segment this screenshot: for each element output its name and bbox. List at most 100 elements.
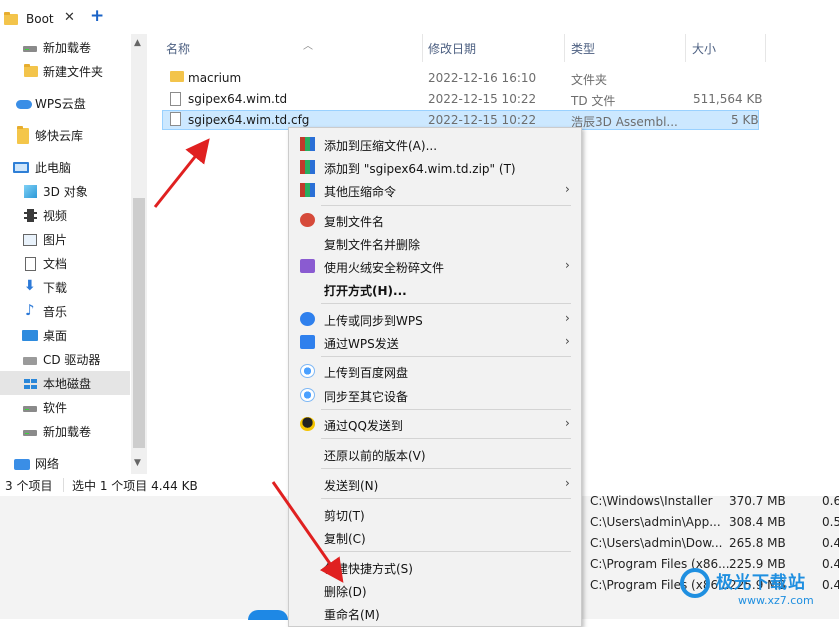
column-divider[interactable] bbox=[422, 34, 423, 62]
menu-item-create-shortcut[interactable]: 创建快捷方式(S) bbox=[291, 556, 581, 578]
file-row-macrium[interactable]: macrium 2022-12-16 16:10 文件夹 bbox=[162, 68, 759, 88]
menu-separator bbox=[321, 303, 571, 304]
scroll-thumb[interactable] bbox=[133, 198, 145, 448]
network-icon bbox=[14, 459, 30, 470]
file-size: 5 KB bbox=[731, 113, 759, 127]
column-divider[interactable] bbox=[765, 34, 766, 62]
baidu-netdisk-icon bbox=[300, 388, 315, 402]
nav-item-pictures[interactable]: 图片 bbox=[0, 227, 130, 251]
nav-item-local-disk[interactable]: 本地磁盘 bbox=[0, 371, 130, 395]
menu-separator bbox=[321, 498, 571, 499]
menu-item-upload-baidu[interactable]: 上传到百度网盘 bbox=[291, 360, 581, 382]
nav-item-label: 软件 bbox=[43, 401, 68, 415]
nav-item-label: 图片 bbox=[43, 233, 68, 247]
scroll-up-arrow-icon[interactable]: ▲ bbox=[134, 38, 141, 48]
nav-scrollbar[interactable]: ▲ ▼ bbox=[131, 34, 147, 474]
menu-item-other-compress[interactable]: 其他压缩命令 › bbox=[291, 179, 581, 201]
baidu-netdisk-icon bbox=[300, 364, 315, 378]
nav-item-3d-objects[interactable]: 3D 对象 bbox=[0, 179, 130, 203]
status-separator bbox=[63, 478, 64, 492]
folder-icon bbox=[17, 126, 29, 144]
menu-item-copy-filename-delete[interactable]: 复制文件名并删除 bbox=[291, 232, 581, 254]
nav-item-wps-cloud[interactable]: WPS云盘 bbox=[0, 91, 130, 115]
qq-icon bbox=[300, 417, 315, 431]
column-header-size[interactable]: 大小 bbox=[692, 40, 716, 60]
nav-item-label: 音乐 bbox=[43, 305, 68, 319]
nav-item-software[interactable]: 软件 bbox=[0, 395, 130, 419]
menu-item-rename[interactable]: 重命名(M) bbox=[291, 602, 581, 624]
nav-item-new-volume-1[interactable]: 新加载卷 bbox=[0, 35, 130, 59]
menu-item-add-to-archive[interactable]: 添加到压缩文件(A)... bbox=[291, 133, 581, 155]
archive-icon bbox=[300, 137, 315, 151]
nav-item-gokuai-cloud[interactable]: 够快云库 bbox=[0, 123, 130, 147]
nav-item-desktop[interactable]: 桌面 bbox=[0, 323, 130, 347]
video-icon bbox=[24, 209, 37, 222]
music-icon: ♪ bbox=[25, 301, 35, 319]
nav-item-videos[interactable]: 视频 bbox=[0, 203, 130, 227]
menu-item-cut[interactable]: 剪切(T) bbox=[291, 503, 581, 525]
shredder-icon bbox=[300, 259, 315, 273]
menu-item-delete[interactable]: 删除(D) bbox=[291, 579, 581, 601]
send-arrow-icon bbox=[300, 335, 315, 349]
menu-item-open-with[interactable]: 打开方式(H)... bbox=[291, 278, 581, 300]
cloud-icon bbox=[16, 100, 32, 109]
watermark-url: www.xz7.com bbox=[738, 594, 814, 607]
nav-item-documents[interactable]: 文档 bbox=[0, 251, 130, 275]
close-icon[interactable]: ✕ bbox=[64, 10, 75, 25]
watermark: 极光下载站 www.xz7.com bbox=[680, 566, 835, 616]
nav-item-label: 新加载卷 bbox=[43, 425, 92, 439]
column-divider[interactable] bbox=[685, 34, 686, 62]
nav-item-new-volume-2[interactable]: 新加载卷 bbox=[0, 419, 130, 443]
pictures-icon bbox=[23, 234, 37, 246]
menu-item-upload-wps[interactable]: 上传或同步到WPS › bbox=[291, 308, 581, 330]
nav-item-label: 新加载卷 bbox=[43, 41, 92, 55]
menu-item-send-qq[interactable]: 通过QQ发送到 › bbox=[291, 413, 581, 435]
file-row-sgipex64-td[interactable]: sgipex64.wim.td 2022-12-15 10:22 TD 文件 5… bbox=[162, 89, 763, 109]
file-type: 文件夹 bbox=[571, 73, 608, 87]
watermark-title: 极光下载站 bbox=[716, 573, 806, 593]
menu-item-sync-devices[interactable]: 同步至其它设备 bbox=[291, 384, 581, 406]
menu-item-restore-previous[interactable]: 还原以前的版本(V) bbox=[291, 443, 581, 465]
download-icon: ⬇ bbox=[24, 278, 36, 294]
column-header-date[interactable]: 修改日期 bbox=[428, 40, 476, 60]
nav-item-downloads[interactable]: ⬇ 下载 bbox=[0, 275, 130, 299]
column-header-name[interactable]: 名称 ︿ bbox=[166, 40, 313, 60]
menu-separator bbox=[321, 409, 571, 410]
cloud-upload-icon bbox=[300, 312, 315, 326]
tab-boot[interactable]: Boot ✕ bbox=[0, 4, 82, 34]
column-header-type[interactable]: 类型 bbox=[571, 40, 595, 60]
nav-item-label: 视频 bbox=[43, 209, 68, 223]
nav-item-this-pc[interactable]: 此电脑 bbox=[0, 155, 130, 179]
menu-separator bbox=[321, 468, 571, 469]
submenu-arrow-icon: › bbox=[565, 416, 570, 430]
nav-item-label: 此电脑 bbox=[35, 161, 72, 175]
file-date: 2022-12-15 10:22 bbox=[428, 92, 537, 106]
new-tab-button[interactable]: + bbox=[90, 8, 104, 25]
column-divider[interactable] bbox=[564, 34, 565, 62]
nav-item-network[interactable]: 网络 bbox=[0, 451, 130, 475]
file-size: 511,564 KB bbox=[693, 92, 763, 106]
background-row: C:\Windows\Installer 370.7 MB 0.6 bbox=[590, 494, 839, 508]
menu-item-send-to[interactable]: 发送到(N) › bbox=[291, 473, 581, 495]
menu-item-shred-file[interactable]: 使用火绒安全粉碎文件 › bbox=[291, 255, 581, 277]
nav-item-cd-drive[interactable]: CD 驱动器 bbox=[0, 347, 130, 371]
menu-item-add-to-zip[interactable]: 添加到 "sgipex64.wim.td.zip" (T) bbox=[291, 156, 581, 178]
watermark-logo-icon bbox=[680, 568, 710, 598]
copy-name-icon bbox=[300, 213, 315, 227]
nav-item-label: CD 驱动器 bbox=[43, 353, 101, 367]
menu-item-copy-filename[interactable]: 复制文件名 bbox=[291, 209, 581, 231]
file-type: TD 文件 bbox=[571, 94, 616, 108]
nav-item-label: WPS云盘 bbox=[35, 97, 86, 111]
scroll-down-arrow-icon[interactable]: ▼ bbox=[134, 458, 141, 468]
submenu-arrow-icon: › bbox=[565, 334, 570, 348]
nav-item-new-folder[interactable]: 新建文件夹 bbox=[0, 59, 130, 83]
submenu-arrow-icon: › bbox=[565, 182, 570, 196]
nav-item-label: 够快云库 bbox=[35, 129, 84, 143]
folder-icon bbox=[170, 71, 184, 82]
nav-item-music[interactable]: ♪ 音乐 bbox=[0, 299, 130, 323]
menu-item-send-wps[interactable]: 通过WPS发送 › bbox=[291, 331, 581, 353]
menu-item-copy[interactable]: 复制(C) bbox=[291, 526, 581, 548]
background-row: C:\Users\admin\Dow... 265.8 MB 0.4 bbox=[590, 536, 839, 550]
file-name: sgipex64.wim.td.cfg bbox=[188, 113, 310, 127]
submenu-arrow-icon: › bbox=[565, 476, 570, 490]
